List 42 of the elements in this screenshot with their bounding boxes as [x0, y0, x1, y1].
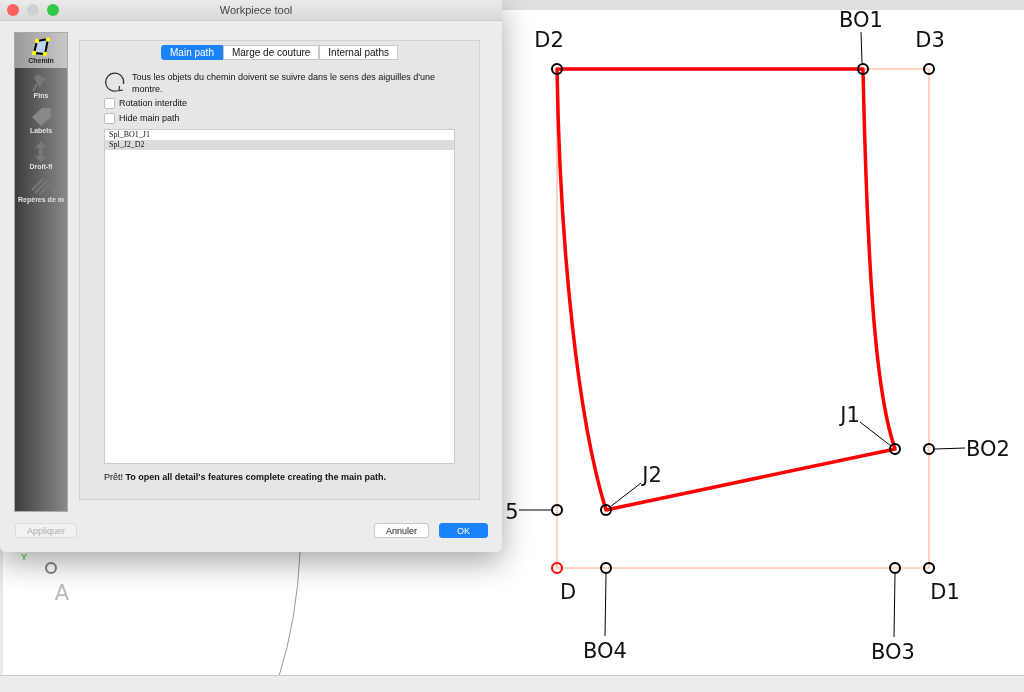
hatch-icon	[31, 178, 51, 196]
point-label: J2	[642, 463, 662, 487]
hint-text: Tous les objets du chemin doivent se suivre dans le sens des aiguilles d'une montre.	[132, 71, 436, 95]
point-label: BO3	[871, 640, 915, 664]
leader-line	[609, 482, 642, 508]
checkbox-label: Hide main path	[119, 113, 180, 123]
minimize-button[interactable]	[27, 4, 39, 16]
clockwise-icon	[104, 71, 126, 93]
leader-line	[859, 421, 892, 447]
point-label: BO2	[966, 437, 1010, 461]
polygon-icon	[30, 37, 52, 57]
ok-button[interactable]: OK	[439, 523, 488, 538]
checkbox-label: Rotation interdite	[119, 98, 188, 108]
point-label: BO4	[583, 639, 627, 663]
zoom-button[interactable]	[47, 4, 59, 16]
tab[interactable]: Main path	[161, 45, 223, 60]
point-label: J1	[840, 403, 860, 427]
cancel-button[interactable]: Annuler	[373, 523, 429, 538]
point-label: D3	[915, 28, 945, 52]
list-item[interactable]: Spl_J2_D2	[105, 140, 454, 150]
point-label: D1	[930, 580, 960, 604]
checkbox[interactable]	[104, 97, 115, 109]
tab[interactable]: Marge de couture	[222, 45, 320, 60]
double-arrow-icon	[34, 141, 48, 163]
status-text: Prêt! To open all detail's features complete creating the main path.	[104, 472, 388, 482]
point-label: D	[559, 580, 577, 604]
point-label: 5	[505, 500, 519, 524]
point-label: D2	[534, 28, 564, 52]
tab[interactable]: Internal paths	[319, 45, 398, 60]
leader-line	[893, 573, 896, 638]
leader-line	[604, 573, 607, 637]
leader-line	[934, 447, 966, 450]
point-label: BO1	[839, 10, 883, 32]
point-label: A	[54, 581, 70, 605]
checkbox[interactable]	[104, 112, 115, 124]
window-title: Workpiece tool	[218, 4, 294, 16]
close-button[interactable]	[7, 4, 19, 16]
axis-label: Y	[21, 552, 27, 562]
leader-line	[518, 509, 552, 511]
tag-icon	[30, 107, 52, 127]
leader-line	[860, 31, 863, 64]
list-item[interactable]: Spl_BO1_J1	[105, 130, 454, 140]
